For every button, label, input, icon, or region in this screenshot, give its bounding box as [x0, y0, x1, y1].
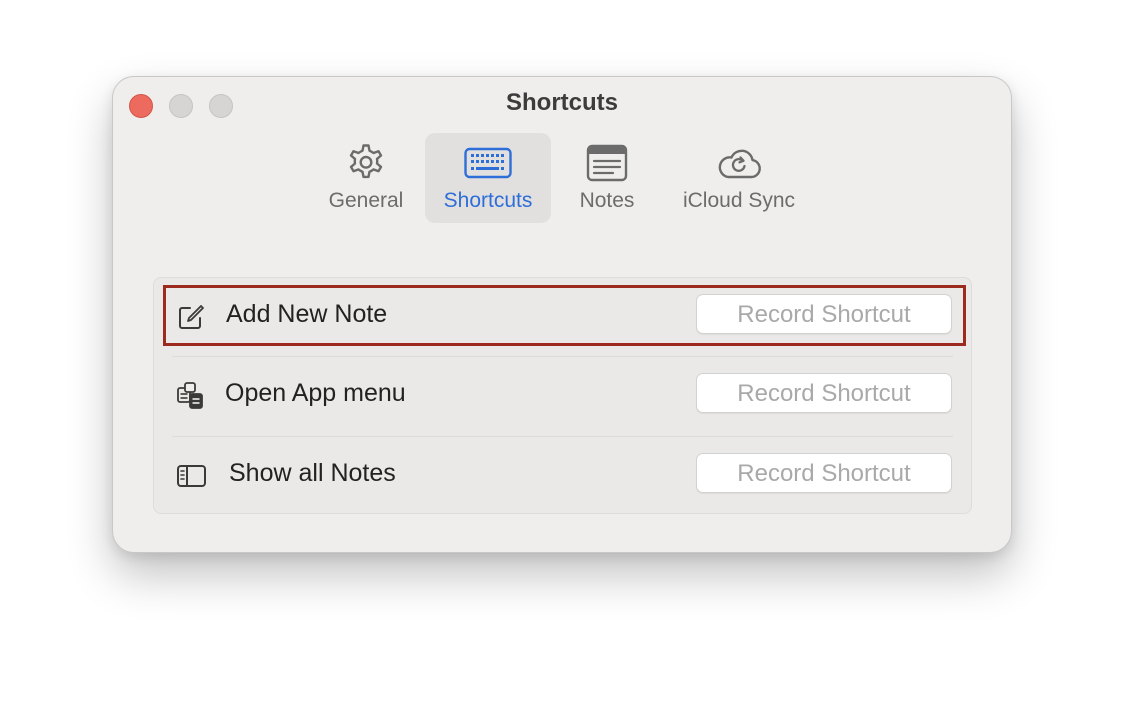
compose-icon	[179, 305, 204, 329]
tab-notes[interactable]: Notes	[565, 133, 649, 223]
shortcut-row-show-all-notes: Show all Notes Record Shortcut	[172, 437, 953, 517]
tab-shortcuts-label: Shortcuts	[443, 189, 533, 212]
shortcuts-list: Add New Note Record Shortcut Open App me…	[153, 277, 972, 514]
shortcut-label: Add New Note	[226, 300, 388, 328]
record-shortcut-button[interactable]: Record Shortcut	[696, 294, 952, 334]
window-title: Shortcuts	[505, 89, 618, 116]
app-menu-icon	[177, 382, 203, 409]
record-shortcut-button[interactable]: Record Shortcut	[696, 453, 952, 493]
tab-shortcuts[interactable]: Shortcuts	[425, 133, 551, 223]
icloud-sync-icon	[718, 149, 761, 179]
gear-icon	[349, 144, 383, 179]
shortcut-row-open-app-menu: Open App menu Record Shortcut	[172, 357, 953, 437]
preferences-toolbar: General Shortcuts Notes iCloud Sync	[113, 133, 1011, 223]
sidebar-icon	[177, 465, 206, 487]
keyboard-icon	[464, 147, 512, 179]
tab-general-label: General	[328, 189, 404, 212]
tab-general[interactable]: General	[319, 133, 413, 223]
tab-icloud-sync-label: iCloud Sync	[682, 189, 796, 212]
shortcut-label: Show all Notes	[229, 459, 396, 487]
shortcut-row-add-new-note: Add New Note Record Shortcut	[172, 278, 953, 358]
notes-icon	[586, 144, 628, 182]
record-shortcut-button[interactable]: Record Shortcut	[696, 373, 952, 413]
tab-notes-label: Notes	[579, 189, 635, 212]
shortcut-label: Open App menu	[225, 379, 406, 407]
tab-icloud-sync[interactable]: iCloud Sync	[671, 133, 807, 223]
settings-window: Shortcuts General Shortcuts Notes iCloud…	[112, 76, 1012, 553]
